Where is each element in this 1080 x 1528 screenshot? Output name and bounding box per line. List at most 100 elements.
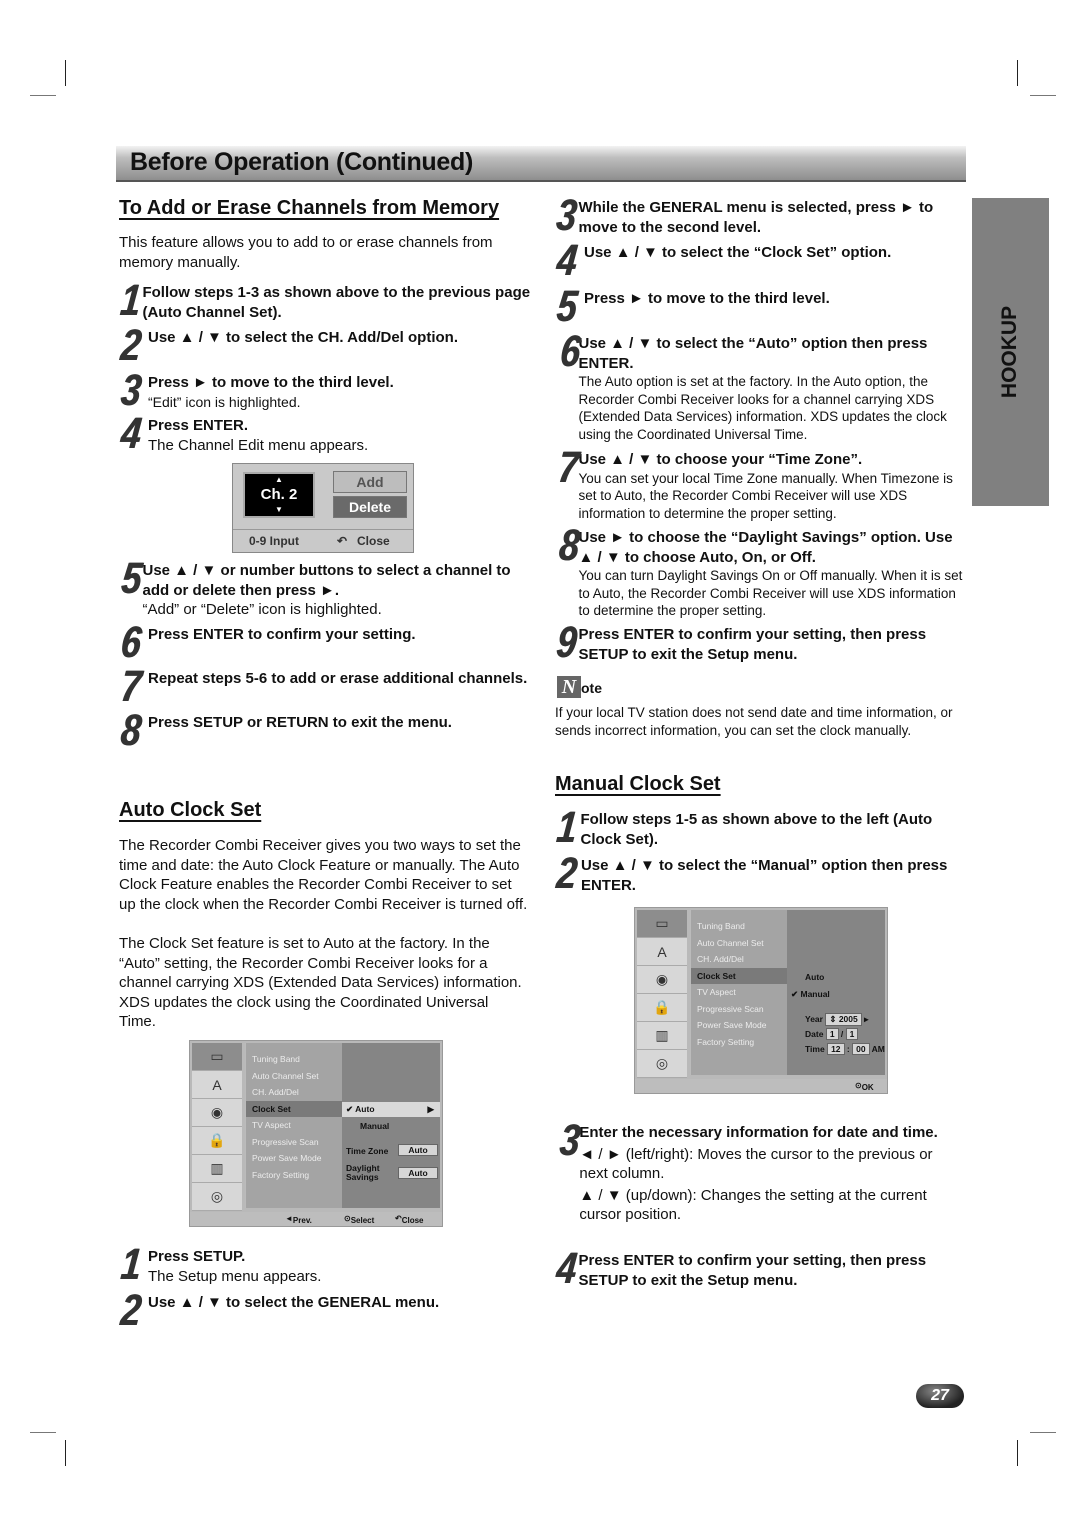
- step-number: 3: [118, 366, 144, 415]
- choice-auto[interactable]: ✔ Auto ▶: [342, 1102, 440, 1117]
- step-detail: “Add” or “Delete” icon is highlighted.: [142, 601, 382, 618]
- step-instruction: Press ENTER to confirm your setting.: [148, 626, 416, 643]
- step-instruction: Use ▲ / ▼ to select the “Manual” option …: [580, 857, 948, 894]
- step-item: 5 Press ► to move to the third level.: [554, 282, 963, 331]
- channel-edit-menu: ▲ Ch. 2 ▼ Add Delete 0-9 Input ↶ Close: [232, 463, 414, 553]
- ampm-field[interactable]: AM: [872, 1044, 885, 1054]
- year-field[interactable]: ⇕ 2005: [825, 1013, 862, 1026]
- step-item: 5 Use ▲ / ▼ or number buttons to select …: [119, 554, 532, 620]
- step-number: 2: [554, 849, 580, 898]
- film-icon[interactable]: ▥: [192, 1155, 242, 1183]
- step-instruction: Press SETUP or RETURN to exit the menu.: [148, 714, 452, 731]
- time-zone-value[interactable]: Auto: [398, 1144, 438, 1156]
- step-instruction: Press ► to move to the third level.: [148, 374, 394, 391]
- step-instruction: Follow steps 1-5 as shown above to the l…: [580, 811, 933, 848]
- menu-icon-column: ▭ A ◉ 🔒 ▥ ◎: [637, 910, 687, 1078]
- menu-option[interactable]: Tuning Band: [691, 918, 787, 935]
- step-item: 3 Press ► to move to the third level. “Ed…: [118, 366, 532, 415]
- step-instruction: Press ENTER.: [148, 417, 249, 434]
- time-row: Time 12 : 00 AM: [805, 1043, 885, 1055]
- step-number: 6: [557, 327, 583, 376]
- audio-icon[interactable]: ◉: [637, 966, 687, 994]
- step-detail: ▲ / ▼ (up/down): Changes the setting at …: [579, 1186, 927, 1224]
- menu-option-selected[interactable]: Clock Set: [691, 967, 787, 984]
- menu-footer: ◄ Prev. ⊙ Select ↶ Close: [190, 1212, 442, 1226]
- note-box: Note: [557, 676, 602, 698]
- step-instruction: Use ▲ / ▼ to select the “Auto” option th…: [578, 335, 928, 372]
- menu-option[interactable]: Factory Setting: [246, 1167, 342, 1184]
- lock-icon[interactable]: 🔒: [637, 994, 687, 1022]
- channel-selector[interactable]: ▲ Ch. 2 ▼: [243, 472, 315, 518]
- close-label[interactable]: Close: [357, 534, 390, 548]
- tv-icon[interactable]: ▭: [192, 1043, 242, 1071]
- ok-hint[interactable]: ⊙ OK: [855, 1081, 874, 1092]
- channel-edit-footer: 0-9 Input ↶ Close: [233, 529, 413, 552]
- film-icon[interactable]: ▥: [637, 1022, 687, 1050]
- menu-option[interactable]: TV Aspect: [691, 984, 787, 1001]
- choice-label: Auto: [355, 1104, 375, 1114]
- step-item: 2 Use ▲ / ▼ to select the CH. Add/Del op…: [118, 321, 532, 370]
- step-item: 3 Enter the necessary information for da…: [557, 1116, 963, 1225]
- step-instruction: Use ▲ / ▼ to select the GENERAL menu.: [148, 1294, 440, 1311]
- menu-option[interactable]: Auto Channel Set: [246, 1068, 342, 1085]
- disc-icon[interactable]: ◎: [192, 1183, 242, 1211]
- step-instruction: While the GENERAL menu is selected, pres…: [578, 199, 934, 236]
- minute-field[interactable]: 00: [852, 1043, 870, 1055]
- menu-option[interactable]: Power Save Mode: [691, 1017, 787, 1034]
- menu-option[interactable]: Tuning Band: [246, 1051, 342, 1068]
- menu-options: Tuning Band Auto Channel Set CH. Add/Del…: [245, 1043, 342, 1208]
- hour-field[interactable]: 12: [827, 1043, 845, 1055]
- daylight-value[interactable]: Auto: [398, 1167, 438, 1179]
- select-hint[interactable]: ⊙ Select: [344, 1214, 374, 1225]
- step-instruction: Use ▲ / ▼ to select the “Clock Set” opti…: [584, 244, 892, 261]
- menu-option[interactable]: Progressive Scan: [246, 1134, 342, 1151]
- step-number: 1: [118, 276, 143, 325]
- year-label: Year: [805, 1014, 823, 1024]
- menu-option[interactable]: Power Save Mode: [246, 1150, 342, 1167]
- language-icon[interactable]: A: [637, 938, 687, 966]
- step-number: 1: [554, 803, 580, 852]
- menu-options: Tuning Band Auto Channel Set CH. Add/Del…: [690, 910, 787, 1075]
- menu-option[interactable]: TV Aspect: [246, 1117, 342, 1134]
- step-item: 2 Use ▲ / ▼ to select the “Manual” optio…: [554, 849, 963, 898]
- menu-footer: ⊙ OK: [635, 1079, 887, 1093]
- step-item: 4 Press ENTER. The Channel Edit menu appe…: [119, 409, 532, 458]
- arrow-down-icon: ▼: [275, 505, 283, 514]
- crop-mark: [1017, 60, 1018, 86]
- banner-title: Before Operation (Continued): [130, 148, 473, 176]
- delete-button[interactable]: Delete: [333, 496, 407, 518]
- audio-icon[interactable]: ◉: [192, 1099, 242, 1127]
- choice-auto[interactable]: Auto: [805, 972, 824, 982]
- heading-auto-clock: Auto Clock Set: [119, 799, 262, 821]
- step-number: 8: [556, 521, 582, 570]
- day-field[interactable]: 1: [845, 1028, 859, 1040]
- crop-mark: [30, 95, 56, 96]
- menu-option[interactable]: Progressive Scan: [691, 1001, 787, 1018]
- step-detail: You can set your local Time Zone manuall…: [578, 470, 953, 521]
- disc-icon[interactable]: ◎: [637, 1050, 687, 1078]
- step-item: 3 While the GENERAL menu is selected, pr…: [554, 191, 963, 240]
- menu-option-selected[interactable]: Clock Set: [246, 1100, 342, 1117]
- page-number: 27: [916, 1384, 964, 1408]
- menu-option[interactable]: Auto Channel Set: [691, 935, 787, 952]
- menu-option[interactable]: Factory Setting: [691, 1034, 787, 1051]
- menu-option[interactable]: CH. Add/Del: [246, 1084, 342, 1101]
- language-icon[interactable]: A: [192, 1071, 242, 1099]
- month-field[interactable]: 1: [825, 1028, 839, 1040]
- step-instruction: Use ► to choose the “Daylight Savings” o…: [578, 529, 953, 566]
- step-detail: The Auto option is set at the factory. I…: [578, 374, 947, 442]
- choice-manual[interactable]: ✔ Manual: [791, 989, 830, 1000]
- step-instruction: Press SETUP.: [148, 1248, 246, 1265]
- lock-icon[interactable]: 🔒: [192, 1127, 242, 1155]
- add-button[interactable]: Add: [333, 471, 407, 493]
- arrow-up-icon: ▲: [275, 475, 283, 484]
- setup-menu-manual: ▭ A ◉ 🔒 ▥ ◎ Tuning Band Auto Channel Set…: [634, 907, 888, 1094]
- crop-mark: [1030, 1432, 1056, 1433]
- step-detail: “Edit” icon is highlighted.: [148, 393, 301, 410]
- clock-settings-panel: ✔ Auto ▶ Manual Time Zone Auto Daylight …: [342, 1043, 440, 1208]
- tv-icon[interactable]: ▭: [637, 910, 687, 938]
- menu-option[interactable]: CH. Add/Del: [691, 951, 787, 968]
- choice-manual[interactable]: Manual: [360, 1121, 389, 1131]
- close-hint[interactable]: ↶ Close: [395, 1214, 424, 1225]
- prev-hint[interactable]: ◄ Prev.: [285, 1214, 312, 1225]
